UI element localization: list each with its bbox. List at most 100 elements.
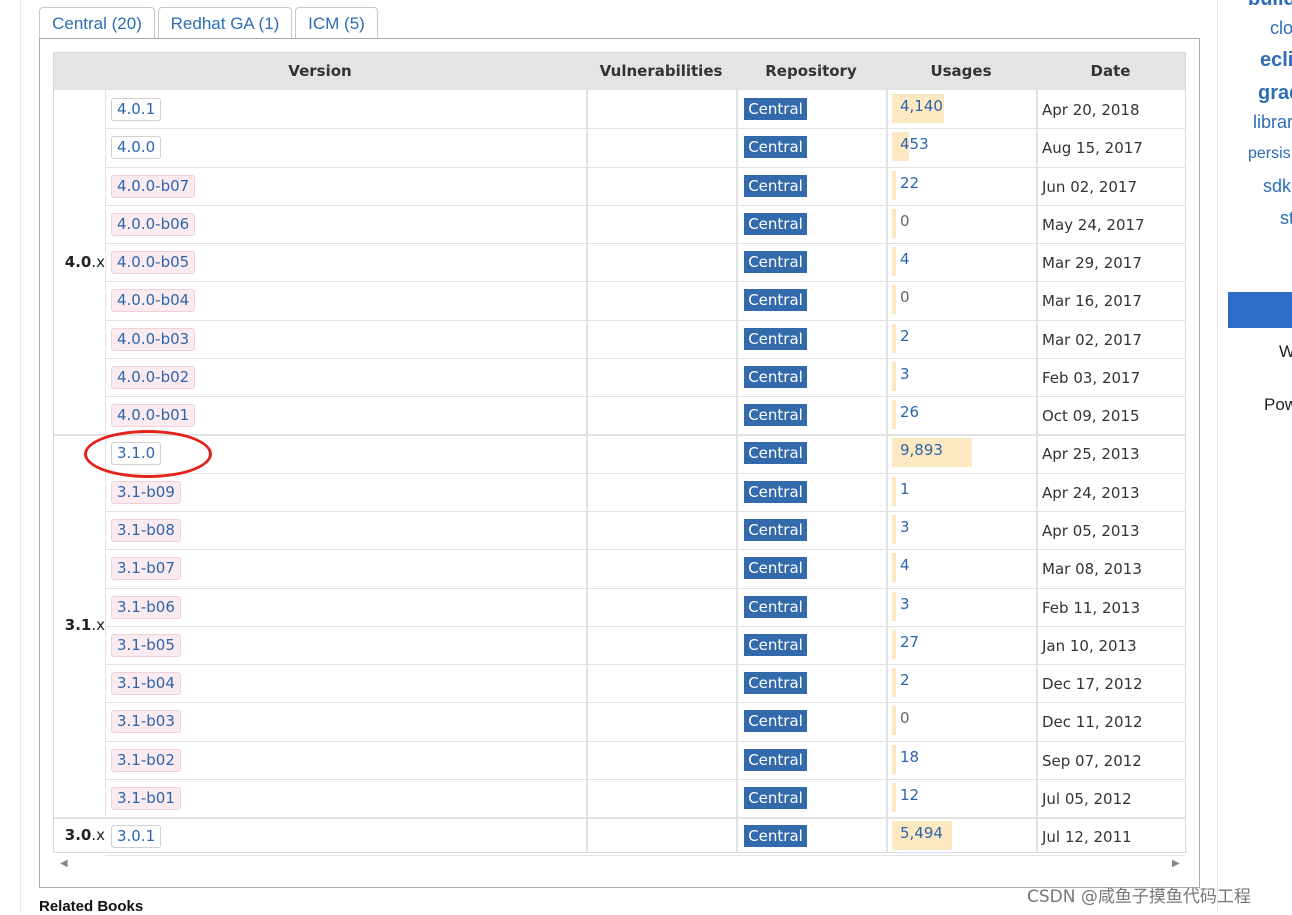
version-link[interactable]: 3.1-b06 (111, 596, 181, 619)
usage-bar (892, 745, 896, 774)
usage-bar (892, 209, 896, 238)
table-row: 3.1.0 Central 9,893 Apr 25, 2013 (54, 434, 1185, 472)
usage-count-link[interactable]: 3 (900, 363, 910, 385)
repository-badge[interactable]: Central (744, 825, 807, 847)
version-link[interactable]: 3.1-b09 (111, 481, 181, 504)
version-link[interactable]: 3.1-b05 (111, 634, 181, 657)
scroll-right-arrow-icon[interactable]: ▶ (1172, 858, 1180, 869)
repository-badge[interactable]: Central (744, 519, 807, 541)
usage-count-link[interactable]: 2 (900, 669, 910, 691)
tab-central[interactable]: Central (20) (39, 7, 155, 40)
release-date: Apr 24, 2013 (1042, 484, 1140, 502)
usage-count-link[interactable]: 453 (900, 133, 929, 155)
usage-count-link: 0 (900, 212, 910, 230)
version-link[interactable]: 3.1.0 (111, 442, 162, 465)
repository-badge[interactable]: Central (744, 749, 807, 771)
version-link[interactable]: 4.0.0-b03 (111, 328, 196, 351)
table-row: 3.1-b06 Central 3 Feb 11, 2013 (54, 588, 1185, 626)
repository-badge[interactable]: Central (744, 672, 807, 694)
sidebar-button[interactable] (1228, 292, 1292, 328)
usage-count-link[interactable]: 1 (900, 478, 910, 500)
repository-badge[interactable]: Central (744, 175, 807, 197)
sidebar-tag[interactable]: ecli (1260, 49, 1292, 72)
repository-badge[interactable]: Central (744, 251, 807, 273)
table-row: 4.0.0 Central 453 Aug 15, 2017 (54, 128, 1185, 166)
usage-count-link[interactable]: 4 (900, 554, 910, 576)
version-link[interactable]: 3.1-b03 (111, 710, 181, 733)
version-link[interactable]: 4.0.0-b04 (111, 289, 196, 312)
tab-redhat-ga[interactable]: Redhat GA (1) (158, 7, 292, 38)
repository-badge[interactable]: Central (744, 98, 807, 120)
usage-count-link[interactable]: 3 (900, 516, 910, 538)
repository-badge[interactable]: Central (744, 136, 807, 158)
usage-bar (892, 515, 896, 544)
sidebar-text: W (1279, 342, 1292, 361)
usage-bar (892, 668, 896, 697)
repository-badge[interactable]: Central (744, 442, 807, 464)
repository-badge[interactable]: Central (744, 404, 807, 426)
sidebar-tag[interactable]: build (1248, 0, 1292, 11)
usage-count-link[interactable]: 9,893 (900, 439, 943, 461)
usage-count-link[interactable]: 5,494 (900, 822, 943, 844)
scroll-left-arrow-icon[interactable]: ◀ (60, 858, 68, 869)
usage-count-link[interactable]: 2 (900, 325, 910, 347)
usage-count-link[interactable]: 12 (900, 784, 919, 806)
version-link[interactable]: 3.1-b01 (111, 787, 181, 810)
table-row: 3.1-b01 Central 12 Jul 05, 2012 (54, 779, 1185, 817)
usage-bar (892, 783, 896, 812)
repository-badge[interactable]: Central (744, 366, 807, 388)
tab-icm[interactable]: ICM (5) (295, 7, 378, 38)
table-row: 4.0.0-b07 Central 22 Jun 02, 2017 (54, 167, 1185, 205)
table-row: 3.1-b08 Central 3 Apr 05, 2013 (54, 511, 1185, 549)
version-link[interactable]: 4.0.0-b05 (111, 251, 196, 274)
repository-badge[interactable]: Central (744, 787, 807, 809)
table-row: 4.0.0-b05 Central 4 Mar 29, 2017 (54, 243, 1185, 281)
repository-badge[interactable]: Central (744, 596, 807, 618)
version-link[interactable]: 3.1-b08 (111, 519, 181, 542)
sidebar-tag[interactable]: grad (1258, 82, 1292, 105)
version-link[interactable]: 4.0.1 (111, 98, 162, 121)
version-link[interactable]: 4.0.0-b01 (111, 404, 196, 427)
sidebar-tag[interactable]: clo (1270, 18, 1292, 39)
version-link[interactable]: 4.0.0-b02 (111, 366, 196, 389)
sidebar-tag[interactable]: st (1280, 208, 1292, 229)
version-link[interactable]: 3.0.1 (111, 825, 162, 848)
release-date: Dec 11, 2012 (1042, 713, 1143, 731)
sidebar-tag[interactable]: sdk (1263, 176, 1291, 197)
version-link[interactable]: 3.1-b07 (111, 557, 181, 580)
version-link[interactable]: 4.0.0-b06 (111, 213, 196, 236)
header-version[interactable]: Version (54, 53, 586, 90)
version-link[interactable]: 4.0.0-b07 (111, 175, 196, 198)
version-link[interactable]: 4.0.0 (111, 136, 162, 159)
repository-badge[interactable]: Central (744, 289, 807, 311)
release-date: May 24, 2017 (1042, 216, 1145, 234)
version-link[interactable]: 3.1-b04 (111, 672, 181, 695)
header-date[interactable]: Date (1036, 53, 1185, 90)
table-row: 3.1-b05 Central 27 Jan 10, 2013 (54, 626, 1185, 664)
header-usages[interactable]: Usages (886, 53, 1036, 90)
repository-badge[interactable]: Central (744, 481, 807, 503)
usage-count-link[interactable]: 4,140 (900, 95, 943, 117)
usage-bar (892, 324, 896, 353)
table-row: 4.0.0-b04 Central 0 Mar 16, 2017 (54, 281, 1185, 319)
repository-badge[interactable]: Central (744, 634, 807, 656)
usage-count-link[interactable]: 3 (900, 593, 910, 615)
repository-badge[interactable]: Central (744, 213, 807, 235)
repository-badge[interactable]: Central (744, 557, 807, 579)
usage-count-link[interactable]: 26 (900, 401, 919, 423)
usage-count-link[interactable]: 18 (900, 746, 919, 768)
usage-count-link[interactable]: 22 (900, 172, 919, 194)
table-row: 3.1-b03 Central 0 Dec 11, 2012 (54, 702, 1185, 740)
release-date: Jun 02, 2017 (1042, 178, 1138, 196)
repository-badge[interactable]: Central (744, 328, 807, 350)
usage-count-link[interactable]: 27 (900, 631, 919, 653)
version-link[interactable]: 3.1-b02 (111, 749, 181, 772)
header-repository[interactable]: Repository (736, 53, 886, 90)
header-vulnerabilities[interactable]: Vulnerabilities (586, 53, 736, 90)
sidebar-tag[interactable]: librar (1253, 112, 1292, 133)
repository-badge[interactable]: Central (744, 710, 807, 732)
page-left-divider (20, 0, 21, 912)
related-books-heading: Related Books (39, 898, 144, 915)
sidebar-tag[interactable]: persis (1248, 145, 1291, 163)
usage-count-link[interactable]: 4 (900, 248, 910, 270)
